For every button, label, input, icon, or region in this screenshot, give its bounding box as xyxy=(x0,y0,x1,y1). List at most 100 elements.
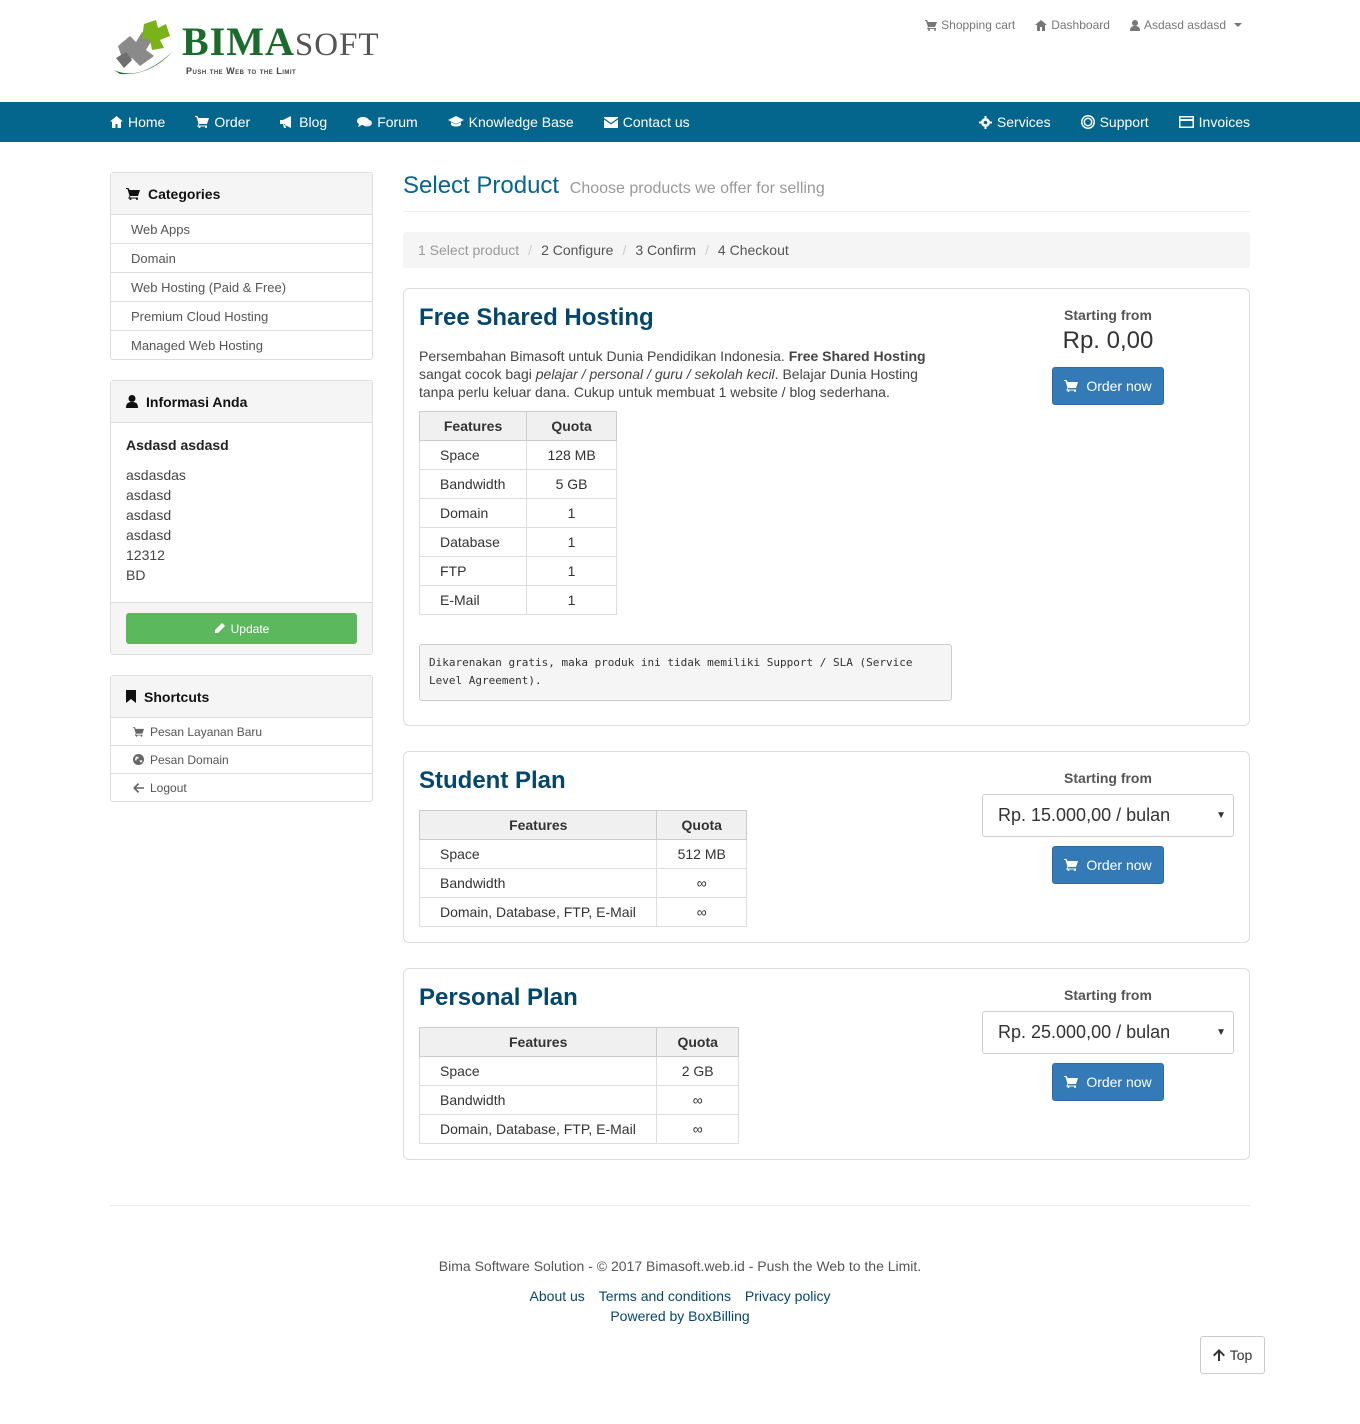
shortcut-new-service[interactable]: Pesan Layanan Baru xyxy=(111,718,372,746)
feature-cell: Space xyxy=(418,839,658,869)
user-icon xyxy=(126,395,138,408)
step-select-product: 1 Select product xyxy=(418,242,520,258)
shopping-cart-link[interactable]: Shopping cart xyxy=(925,18,1015,32)
step-confirm[interactable]: 3 Confirm xyxy=(635,242,696,258)
order-now-button[interactable]: Order now xyxy=(1052,367,1164,405)
nav-contact[interactable]: Contact us xyxy=(603,114,690,130)
shortcuts-header: Shortcuts xyxy=(111,676,372,718)
nav-kb-label: Knowledge Base xyxy=(468,114,574,130)
shortcut-logout-label: Logout xyxy=(150,781,187,795)
divider xyxy=(403,211,1250,212)
quota-header: Quota xyxy=(656,810,747,840)
nav-home-label: Home xyxy=(128,114,166,130)
billing-period-select[interactable]: Rp. 25.000,00 / bulan ▼ xyxy=(982,1011,1234,1054)
features-table: Features Quota Space 2 GB Bandwidth ∞ Domai… xyxy=(418,1027,739,1144)
shortcut-order-domain[interactable]: Pesan Domain xyxy=(111,746,372,774)
feature-cell: Domain, Database, FTP, E-Mail xyxy=(418,897,658,927)
nav-knowledge-base[interactable]: Knowledge Base xyxy=(447,114,574,130)
step-checkout[interactable]: 4 Checkout xyxy=(718,242,789,258)
quota-header: Quota xyxy=(656,1027,739,1057)
quota-cell: 1 xyxy=(526,527,617,557)
features-table: Features Quota Space 512 MB Bandwidth ∞ Dom… xyxy=(418,810,747,927)
cart-icon xyxy=(1064,1076,1079,1088)
table-row: FTP 1 xyxy=(418,556,617,586)
categories-title: Categories xyxy=(148,185,221,202)
update-button[interactable]: Update xyxy=(126,613,357,644)
nav-invoices[interactable]: Invoices xyxy=(1178,114,1250,130)
arrow-left-icon xyxy=(133,783,144,793)
footer-links: About us Terms and conditions Privacy po… xyxy=(0,1288,1360,1304)
nav-forum[interactable]: Forum xyxy=(357,114,418,130)
powered-by-link[interactable]: Powered by BoxBilling xyxy=(0,1308,1360,1324)
dashboard-link[interactable]: Dashboard xyxy=(1035,18,1110,32)
order-now-label: Order now xyxy=(1086,378,1152,394)
table-row: Space 512 MB xyxy=(418,839,747,869)
category-premium-cloud-hosting[interactable]: Premium Cloud Hosting xyxy=(111,302,372,331)
feature-cell: Domain, Database, FTP, E-Mail xyxy=(418,1114,658,1144)
back-to-top-label: Top xyxy=(1229,1347,1253,1363)
pencil-icon xyxy=(214,623,225,633)
feature-cell: Domain xyxy=(418,498,528,528)
shortcut-order-domain-label: Pesan Domain xyxy=(150,752,229,767)
breadcrumb-separator: / xyxy=(528,242,533,258)
product-free-shared-hosting: Free Shared Hosting Persembahan Bimasoft… xyxy=(403,288,1250,726)
dashboard-label: Dashboard xyxy=(1051,18,1110,32)
nav-services-label: Services xyxy=(996,114,1051,130)
nav-support[interactable]: Support xyxy=(1080,114,1149,130)
bimasoft-logo[interactable]: BIMASOFT Push the Web to the Limit xyxy=(110,18,379,80)
feature-cell: Space xyxy=(418,1056,658,1086)
product-title: Student Plan xyxy=(419,767,566,794)
feature-cell: E-Mail xyxy=(418,585,528,615)
home-icon xyxy=(110,116,123,128)
quota-cell: 1 xyxy=(526,498,617,528)
footer-copyright: Bima Software Solution - © 2017 Bimasoft… xyxy=(438,1258,922,1274)
selected-price: Rp. 25.000,00 / bulan xyxy=(998,1022,1171,1042)
life-ring-icon xyxy=(1080,115,1095,129)
cart-icon xyxy=(126,187,140,200)
bullhorn-icon xyxy=(280,116,292,128)
product-note: Dikarenakan gratis, maka produk ini tida… xyxy=(419,644,952,701)
user-menu[interactable]: Asdasd asdasd xyxy=(1129,18,1242,32)
order-now-button[interactable]: Order now xyxy=(1052,846,1164,884)
feature-cell: Database xyxy=(418,527,528,557)
category-web-hosting[interactable]: Web Hosting (Paid & Free) xyxy=(111,273,372,302)
page-title: Select Product Choose products we offer … xyxy=(403,172,825,200)
nav-contact-label: Contact us xyxy=(622,114,690,130)
table-row: Space 128 MB xyxy=(418,440,617,470)
category-domain[interactable]: Domain xyxy=(111,244,372,273)
order-now-button[interactable]: Order now xyxy=(1052,1063,1164,1101)
step-configure[interactable]: 2 Configure xyxy=(541,242,613,258)
quota-cell: 1 xyxy=(526,585,617,615)
selected-price: Rp. 15.000,00 / bulan xyxy=(998,805,1171,825)
starting-from-label: Starting from xyxy=(1064,987,1152,1003)
product-title: Personal Plan xyxy=(419,984,578,1011)
privacy-policy-link[interactable]: Privacy policy xyxy=(745,1288,831,1304)
dropdown-arrow-icon: ▼ xyxy=(1216,1027,1226,1038)
user-info-line: asdasd xyxy=(126,527,172,543)
pricing-column: Starting from Rp. 15.000,00 / bulan ▼ Or… xyxy=(982,770,1234,884)
envelope-icon xyxy=(603,116,618,128)
features-header: Features xyxy=(418,1027,658,1057)
order-now-label: Order now xyxy=(1086,857,1152,873)
credit-card-icon xyxy=(1178,116,1194,128)
product-description: Persembahan Bimasoft untuk Dunia Pendidi… xyxy=(419,348,926,400)
terms-link[interactable]: Terms and conditions xyxy=(599,1288,731,1304)
back-to-top-button[interactable]: Top xyxy=(1200,1336,1265,1374)
cart-icon xyxy=(1064,380,1079,392)
nav-home[interactable]: Home xyxy=(110,114,165,130)
feature-cell: Bandwidth xyxy=(418,868,658,898)
nav-order[interactable]: Order xyxy=(195,114,250,130)
nav-services[interactable]: Services xyxy=(978,114,1051,130)
billing-period-select[interactable]: Rp. 15.000,00 / bulan ▼ xyxy=(982,794,1234,837)
nav-blog-label: Blog xyxy=(299,114,328,130)
shortcut-logout[interactable]: Logout xyxy=(111,774,372,802)
nav-blog[interactable]: Blog xyxy=(280,114,327,130)
features-header: Features xyxy=(418,411,528,441)
category-web-apps[interactable]: Web Apps xyxy=(111,215,372,244)
quota-cell: 512 MB xyxy=(656,839,747,869)
update-label: Update xyxy=(230,621,270,636)
category-managed-web-hosting[interactable]: Managed Web Hosting xyxy=(111,331,372,360)
shortcuts-title: Shortcuts xyxy=(144,688,210,705)
nav-order-label: Order xyxy=(214,114,251,130)
about-us-link[interactable]: About us xyxy=(530,1288,585,1304)
